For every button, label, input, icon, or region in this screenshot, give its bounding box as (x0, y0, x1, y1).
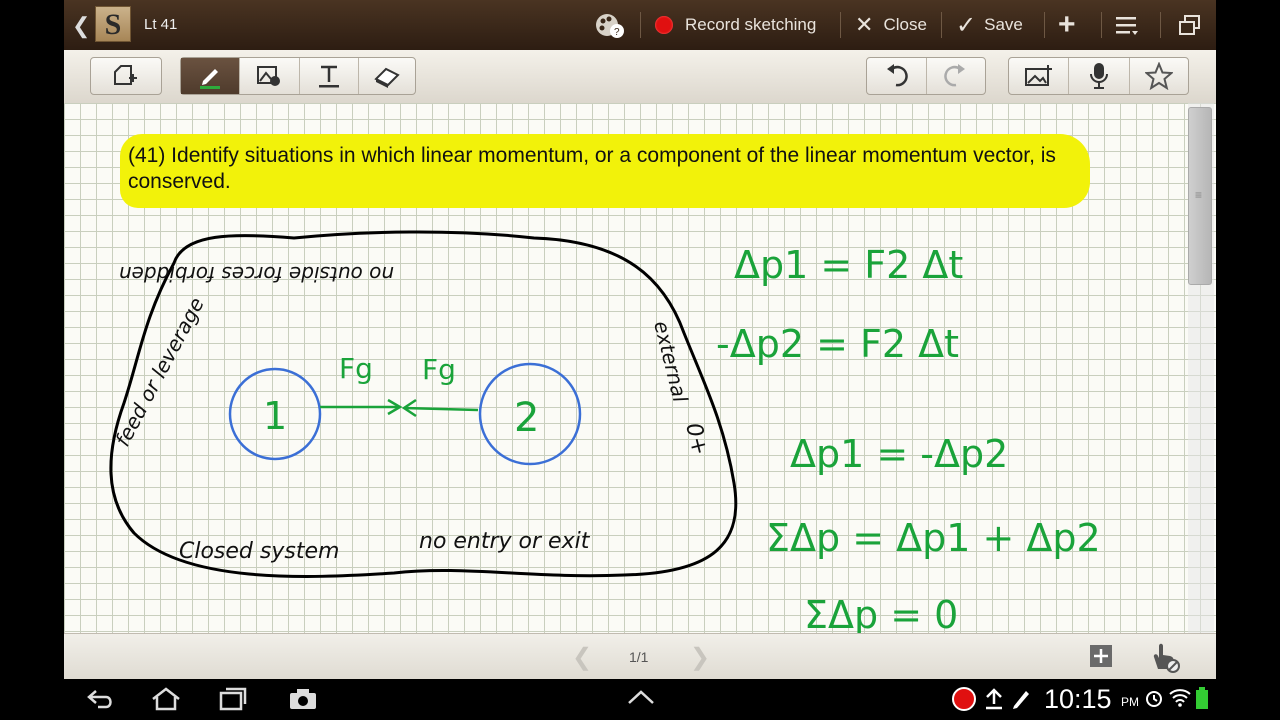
separator (1101, 12, 1102, 38)
sketch-toolbar (64, 50, 1216, 104)
clock: 10:15 (1044, 684, 1112, 714)
app-logo-letter: S (104, 8, 122, 41)
system-navigation-bar: 10:15 PM (0, 679, 1280, 720)
record-sketching-label: Record sketching (685, 15, 817, 34)
equation-2: -Δp2 = F2 Δt (716, 322, 959, 366)
document-title: Lt 41 (144, 16, 178, 33)
undo-icon[interactable] (867, 58, 927, 94)
svg-text:?: ? (614, 27, 620, 38)
window-icon[interactable] (1178, 0, 1202, 50)
equation-3: Δp1 = -Δp2 (790, 432, 1008, 476)
text-icon[interactable] (300, 58, 359, 94)
palette-icon[interactable]: ? (593, 0, 627, 50)
separator (941, 12, 942, 38)
menu-icon[interactable] (1116, 0, 1140, 50)
nav-back-icon[interactable] (86, 687, 116, 716)
redo-icon[interactable] (927, 58, 986, 94)
object-2-label: 2 (514, 395, 539, 441)
rim-text-right: external (649, 318, 692, 405)
next-page-icon[interactable]: ❯ (690, 643, 710, 672)
previous-page-icon[interactable]: ❮ (572, 643, 592, 672)
eraser-icon[interactable] (359, 58, 415, 94)
grip-icon: ≡ (1195, 188, 1203, 202)
separator (640, 12, 641, 38)
force-arrow-2 (403, 406, 479, 412)
close-button[interactable]: ✕ Close (855, 0, 927, 50)
force-label-2: Fg (422, 353, 456, 386)
separator (1044, 12, 1045, 38)
scroll-thumb[interactable]: ≡ (1188, 107, 1212, 285)
image-icon[interactable] (240, 58, 300, 94)
rim-text-left: feed or leverage (110, 293, 209, 450)
equation-1: Δp1 = F2 Δt (734, 243, 963, 287)
add-icon[interactable]: + (1058, 0, 1076, 50)
sketch-canvas[interactable]: (41) Identify situations in which linear… (64, 103, 1216, 633)
save-label: Save (984, 15, 1023, 34)
battery-icon (1196, 687, 1208, 714)
close-label: Close (883, 15, 927, 34)
alarm-icon (1144, 688, 1164, 713)
checkmark-icon: ✓ (956, 11, 977, 39)
microphone-icon[interactable] (1069, 58, 1130, 94)
pen-status-icon (1010, 687, 1032, 716)
recording-status-icon (951, 686, 977, 717)
nav-screenshot-icon[interactable] (288, 687, 318, 716)
add-page-icon[interactable] (1088, 643, 1114, 674)
rim-text-bottom-right: 0+ (680, 420, 712, 458)
page-indicator: 1/1 (629, 649, 649, 665)
record-sketching-button[interactable]: Record sketching (655, 0, 816, 50)
selection-group (90, 57, 162, 95)
equation-5: ΣΔp = 0 (804, 593, 958, 633)
title-bar: ❮ S Lt 41 ? Record sketching ✕ Close ✓ S… (64, 0, 1216, 50)
page-navigation-bar: ❮ 1/1 ❯ (64, 633, 1216, 680)
history-group (866, 57, 986, 95)
save-button[interactable]: ✓ Save (956, 0, 1023, 50)
equation-4: ΣΔp = Δp1 + Δp2 (766, 516, 1101, 560)
close-icon: ✕ (855, 12, 874, 37)
app-logo[interactable]: S (95, 6, 131, 42)
drawing-tools-group (180, 57, 416, 95)
upload-icon (984, 687, 1004, 716)
clock-ampm: PM (1121, 695, 1139, 709)
nav-collapse-icon[interactable] (626, 687, 656, 712)
pen-icon[interactable] (181, 58, 241, 94)
hand-mode-icon[interactable] (1148, 641, 1180, 678)
wifi-icon (1168, 687, 1192, 712)
boundary-label: no entry or exit (419, 529, 591, 554)
nav-home-icon[interactable] (150, 686, 182, 717)
object-1-label: 1 (263, 394, 287, 438)
star-icon[interactable] (1130, 58, 1188, 94)
selection-mode-icon[interactable] (91, 58, 161, 94)
rim-text-top: no outside forces forbidden (119, 262, 394, 286)
separator (1160, 12, 1161, 38)
nav-recent-apps-icon[interactable] (218, 686, 248, 717)
handwritten-sketch: no outside forces forbidden feed or leve… (109, 230, 1101, 633)
record-icon (655, 16, 673, 34)
insert-image-icon[interactable] (1009, 58, 1070, 94)
force-label-1: Fg (339, 352, 373, 385)
back-icon[interactable]: ❮ (72, 13, 90, 39)
insert-group (1008, 57, 1189, 95)
system-label: Closed system (179, 539, 339, 564)
separator (840, 12, 841, 38)
